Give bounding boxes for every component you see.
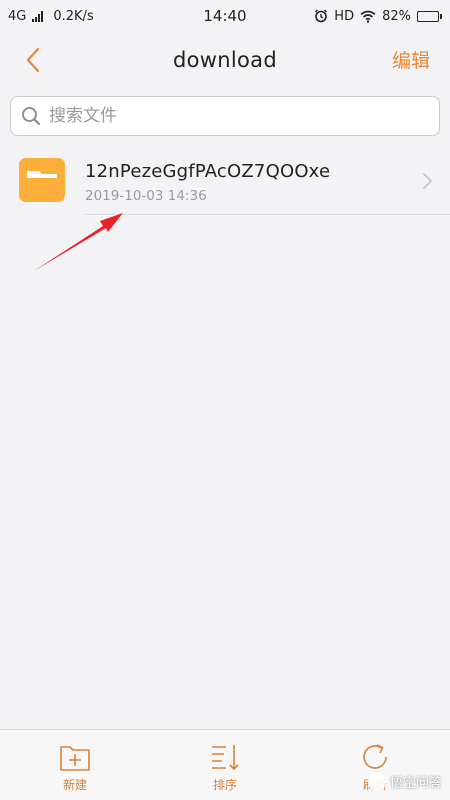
search-input[interactable] [49, 106, 429, 126]
row-divider [85, 214, 450, 215]
hd-indicator: HD [334, 8, 355, 24]
search-box[interactable] [10, 96, 440, 136]
sort-button[interactable]: 排序 [175, 730, 275, 800]
battery-icon [417, 10, 442, 22]
network-type: 4G [8, 8, 27, 24]
edit-button[interactable]: 编辑 [392, 46, 430, 73]
list-item[interactable]: 12nPezeGgfPAcOZ7QOOxe 2019-10-03 14:36 [0, 147, 450, 215]
header: download 编辑 [0, 32, 450, 88]
folder-icon [19, 158, 65, 202]
watermark-logo-icon [367, 772, 386, 791]
page-title: download [173, 48, 277, 72]
alarm-icon [315, 9, 328, 23]
status-bar: 4G 0.2K/s 14:40 HD 82% [0, 0, 450, 32]
back-button[interactable] [18, 44, 48, 76]
network-speed: 0.2K/s [53, 8, 94, 24]
search-icon [22, 107, 41, 126]
chevron-right-icon [423, 173, 432, 189]
new-folder-button[interactable]: 新建 [25, 730, 125, 800]
refresh-icon [363, 744, 387, 769]
chevron-left-icon [26, 47, 40, 73]
watermark: 悟空问答 [367, 772, 442, 791]
watermark-text: 悟空问答 [389, 776, 442, 791]
wifi-icon [360, 10, 376, 23]
signal-icon [32, 10, 44, 22]
file-name: 12nPezeGgfPAcOZ7QOOxe [85, 161, 331, 182]
status-right: HD 82% [314, 9, 442, 24]
sort-label: 排序 [212, 778, 237, 792]
file-date: 2019-10-03 14:36 [85, 188, 207, 204]
sort-icon [212, 745, 239, 770]
battery-percent: 82% [382, 8, 411, 24]
new-label: 新建 [62, 778, 87, 792]
status-left: 4G 0.2K/s [8, 9, 94, 24]
new-folder-icon [60, 746, 90, 771]
